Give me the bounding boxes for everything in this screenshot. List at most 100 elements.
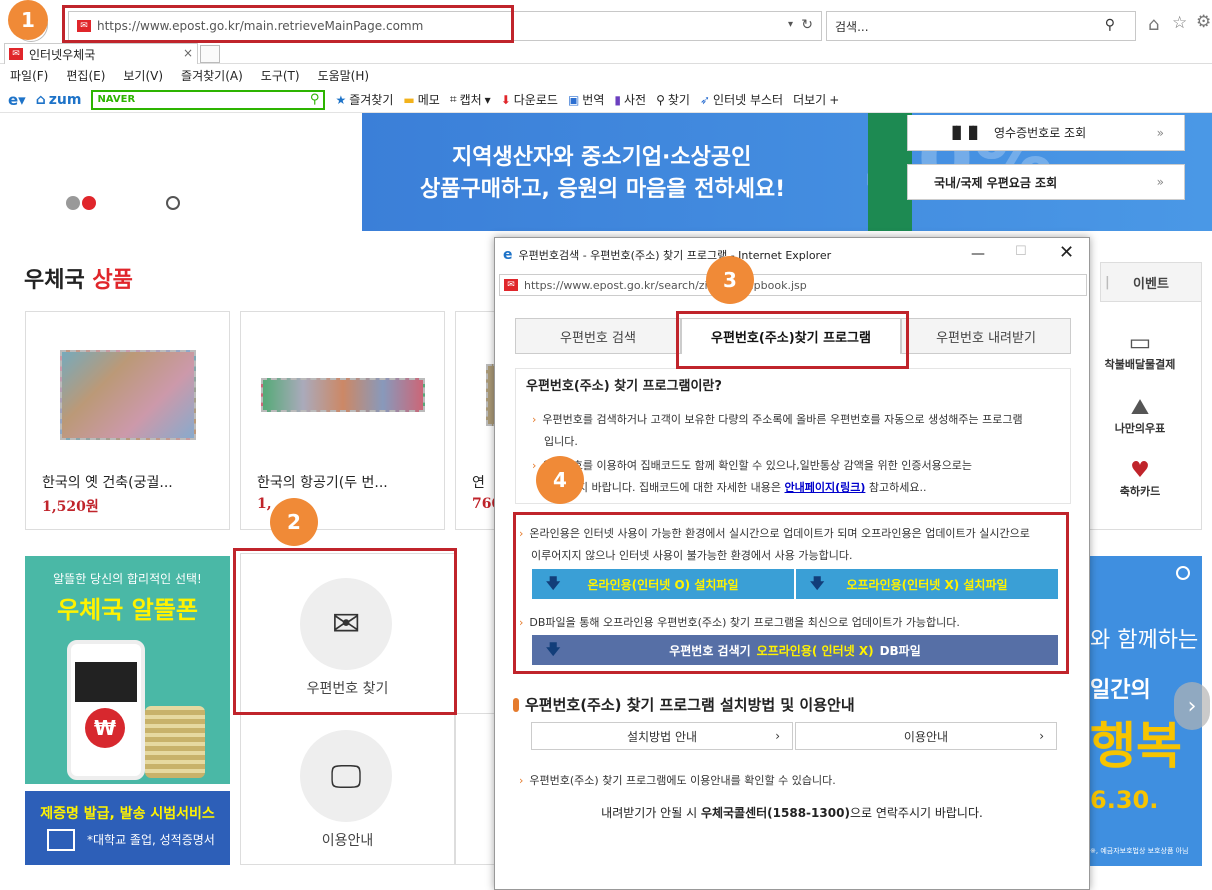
- popup-title: 우편번호검색 - 우편번호(주소) 찾기 프로그램 - Internet Exp…: [518, 249, 832, 262]
- intro-desc1: › 우편번호를 검색하거나 고객이 보유한 다량의 주소록에 올바른 우편번호를 …: [532, 409, 1023, 431]
- toolbar-label: 메모: [417, 93, 440, 107]
- address-bar[interactable]: ✉ https://www.epost.go.kr/main.retrieveM…: [68, 11, 822, 41]
- tab-postcode-download[interactable]: 우편번호 내려받기: [901, 318, 1071, 354]
- popup-address-bar[interactable]: ✉ https://www.epost.go.kr/search/zipcode…: [499, 274, 1087, 296]
- install-guide-button[interactable]: 설치방법 안내 ›: [531, 722, 793, 750]
- carousel-dot-active[interactable]: [82, 196, 96, 210]
- carousel-dot[interactable]: [66, 196, 80, 210]
- product-card[interactable]: 한국의 옛 건축(궁궐... 1,520원: [25, 311, 230, 530]
- tab-finder-program[interactable]: 우편번호(주소)찾기 프로그램: [681, 318, 901, 354]
- toolbar-dictionary[interactable]: ▮ 사전: [614, 91, 646, 108]
- usage-guide-button[interactable]: 이용안내 ›: [795, 722, 1057, 750]
- pause-icon[interactable]: [1176, 566, 1190, 580]
- crop-icon: ⌗: [449, 92, 457, 106]
- coins-image: [145, 706, 205, 778]
- browser-tab[interactable]: ✉ 인터넷우체국 ×: [4, 43, 198, 64]
- search-input[interactable]: 검색... ⚲: [826, 11, 1136, 41]
- product-card[interactable]: 한국의 항공기(두 번... 1,: [240, 311, 445, 530]
- download-offline-installer[interactable]: 🡇 오프라인용(인터넷 X) 설치파일: [796, 569, 1058, 599]
- toolbar-more[interactable]: 더보기 +: [793, 91, 839, 108]
- search-icon[interactable]: ⚲: [1105, 17, 1115, 33]
- card-payment-icon: ▭: [1128, 328, 1152, 356]
- toolbar-capture[interactable]: ⌗ 캡처 ▾: [450, 91, 491, 108]
- close-icon[interactable]: ✕: [1059, 242, 1074, 263]
- download-arrow-icon: 🡇: [810, 576, 825, 592]
- maximize-icon[interactable]: ☐: [1015, 244, 1027, 259]
- hero-green-strip: [868, 113, 912, 231]
- certificate-banner[interactable]: 제증명 발급, 발송 시범서비스 *대학교 졸업, 성적증명서: [25, 791, 230, 865]
- intro-heading: 우편번호(주소) 찾기 프로그램이란?: [526, 379, 722, 394]
- btn-label: 오프라인용(인터넷 X) 설치파일: [846, 577, 1008, 592]
- btn-label: DB파일: [879, 643, 921, 658]
- search-placeholder: 검색...: [835, 19, 869, 34]
- menu-tools[interactable]: 도구(T): [261, 67, 300, 84]
- tile-label: 우편번호 찾기: [306, 681, 389, 697]
- menu-help[interactable]: 도움말(H): [318, 67, 370, 84]
- barcode-icon: ▐▌▐▌: [948, 125, 982, 140]
- download-db-file[interactable]: 🡇 우편번호 검색기 오프라인용( 인터넷 X) DB파일: [532, 635, 1058, 665]
- popup-titlebar: e 우편번호검색 - 우편번호(주소) 찾기 프로그램 - Internet E…: [495, 238, 1089, 272]
- toolbar-booster[interactable]: ➶ 인터넷 부스터: [700, 91, 783, 108]
- address-url: https://www.epost.go.kr/main.retrieveMai…: [97, 19, 424, 33]
- new-tab-button[interactable]: [200, 45, 220, 63]
- minimize-icon[interactable]: —: [971, 246, 985, 262]
- alddeul-phone-banner[interactable]: 알뜰한 당신의 합리적인 선택! 우체국 알뜰폰 ₩: [25, 556, 230, 784]
- cod-payment-link[interactable]: ▭ 착불배달물결제: [1100, 328, 1180, 372]
- menu-file[interactable]: 파일(F): [10, 67, 48, 84]
- home-icon[interactable]: ⌂: [1148, 14, 1159, 35]
- dropdown-icon[interactable]: ▾: [788, 19, 793, 30]
- ie-logo-icon[interactable]: e▾: [8, 91, 26, 109]
- postcode-find-tile[interactable]: ✉ 우편번호 찾기: [240, 553, 455, 713]
- download-arrow-icon: 🡇: [546, 576, 561, 592]
- refresh-icon[interactable]: ↻: [801, 17, 813, 33]
- monitor-cursor-icon: 🖵: [330, 756, 362, 795]
- promo-text1: 와 함께하는: [1090, 628, 1199, 653]
- toolbar-translate[interactable]: ▣ 번역: [568, 91, 604, 108]
- toolbar-find[interactable]: ⚲ 찾기: [656, 91, 690, 108]
- contact-text: 내려받기가 안될 시: [601, 806, 698, 820]
- quick-label: 국내/국제 우편요금 조회: [934, 175, 1058, 190]
- carousel-dots: [66, 196, 96, 210]
- promo-text4: 6.30.: [1090, 786, 1159, 814]
- quick-label: 영수증번호로 조회: [994, 126, 1087, 140]
- menu-edit[interactable]: 편집(E): [66, 67, 105, 84]
- carousel-pause-icon[interactable]: [166, 196, 180, 210]
- promo-text2: 일간의: [1090, 678, 1151, 703]
- favorites-star-icon[interactable]: ☆: [1172, 13, 1187, 33]
- bullet-icon: ›: [519, 774, 524, 787]
- download-online-installer[interactable]: 🡇 온라인용(인터넷 O) 설치파일: [532, 569, 794, 599]
- greeting-card-link[interactable]: ♥ 축하카드: [1100, 458, 1180, 499]
- menu-favorites[interactable]: 즐겨찾기(A): [181, 67, 243, 84]
- zum-button[interactable]: ⌂ zum: [36, 92, 82, 108]
- tab-close-icon[interactable]: ×: [183, 46, 193, 60]
- quick-receipt-lookup[interactable]: ▐▌▐▌ 영수증번호로 조회 »: [907, 115, 1185, 151]
- carousel-next-button[interactable]: ›: [1174, 682, 1210, 730]
- won-coin-icon: ₩: [85, 708, 125, 748]
- menu-view[interactable]: 보기(V): [123, 67, 163, 84]
- toolbar-memo[interactable]: ▬ 메모: [403, 91, 439, 108]
- intro-desc1b: 입니다.: [544, 435, 578, 448]
- guide-tile[interactable]: 🖵 이용안내: [240, 713, 455, 865]
- zum-label: zum: [48, 91, 82, 108]
- toolbar: e▾ ⌂ zum NAVER ⚲ ★ 즐겨찾기 ▬ 메모 ⌗ 캡처 ▾ ⬇ 다운로드 ▣ 번역…: [0, 87, 1212, 113]
- toolbar-download[interactable]: ⬇ 다운로드: [501, 91, 558, 108]
- toolbar-label: 캡처: [459, 93, 482, 107]
- section-marker-icon: [513, 697, 519, 712]
- guide-page-link[interactable]: 안내페이지(링크): [785, 481, 866, 494]
- phone-screen: [75, 662, 137, 702]
- heart-card-icon: ♥: [1130, 458, 1150, 483]
- alddeul-title: 우체국 알뜰폰: [57, 596, 198, 624]
- my-stamp-link[interactable]: ⛰ 나만의우표: [1100, 395, 1180, 436]
- quick-postage-lookup[interactable]: 국내/국제 우편요금 조회 »: [907, 164, 1185, 200]
- event-label: 이벤트: [1133, 276, 1169, 292]
- tab-event[interactable]: | 이벤트: [1100, 262, 1202, 302]
- settings-gear-icon[interactable]: ⚙: [1196, 12, 1211, 32]
- step-badge-1: 1: [8, 0, 48, 40]
- toolbar-favorites[interactable]: ★ 즐겨찾기: [335, 91, 393, 108]
- toolbar-label: 즐겨찾기: [349, 93, 394, 107]
- naver-search-box[interactable]: NAVER ⚲: [91, 89, 326, 110]
- product-image: [261, 378, 425, 412]
- tab-postcode-search[interactable]: 우편번호 검색: [515, 318, 681, 354]
- download-arrow-icon: 🡇: [546, 642, 561, 658]
- naver-search-icon[interactable]: ⚲: [310, 92, 320, 107]
